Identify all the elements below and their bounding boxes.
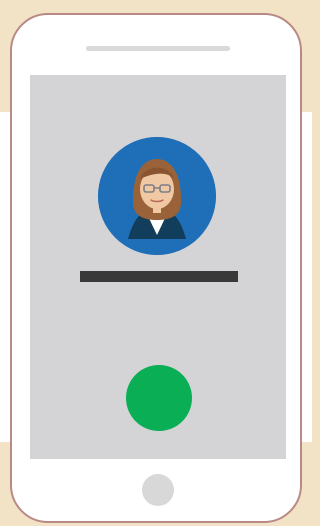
phone-screen xyxy=(30,75,286,459)
avatar-illustration xyxy=(98,137,216,255)
call-button[interactable] xyxy=(126,365,192,431)
caller-name-placeholder-bar xyxy=(80,271,238,282)
avatar-neck xyxy=(153,204,161,213)
home-button[interactable] xyxy=(142,474,174,506)
speaker-slot xyxy=(86,46,230,51)
smartphone xyxy=(10,13,302,523)
avatar-woman-with-glasses-icon xyxy=(98,137,216,255)
